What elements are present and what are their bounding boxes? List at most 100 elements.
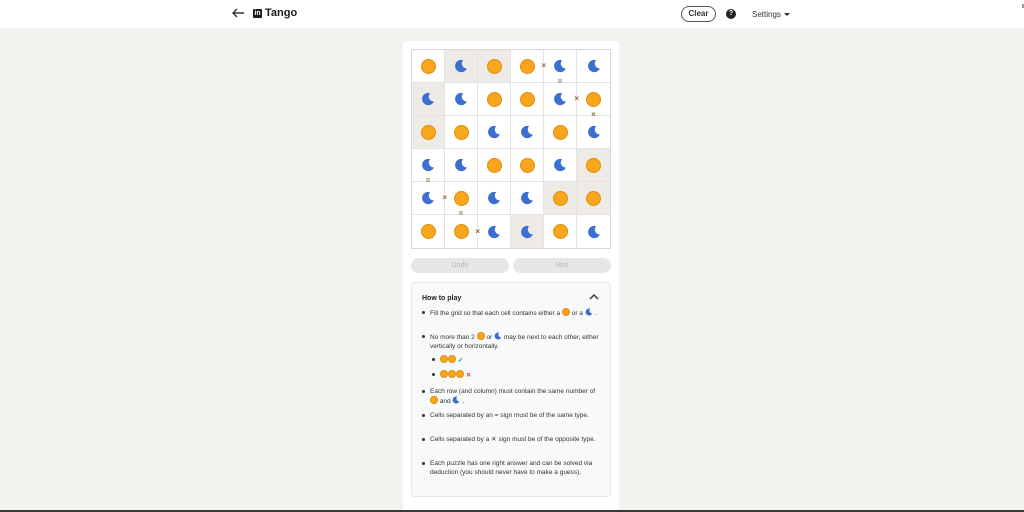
sun-icon — [453, 124, 469, 140]
grid-cell[interactable] — [577, 215, 610, 248]
grid-cell[interactable] — [511, 83, 544, 116]
cross-sign-icon: ✕ — [491, 436, 497, 443]
check-icon: ✓ — [457, 357, 464, 364]
grid-cell[interactable] — [544, 116, 577, 149]
moon-icon — [422, 158, 434, 172]
settings-label: Settings — [752, 10, 781, 19]
rule-text: sign must be of the opposite type. — [498, 436, 596, 443]
grid-cell[interactable] — [445, 50, 478, 83]
moon-icon — [521, 225, 533, 238]
sun-icon — [586, 190, 601, 206]
sun-icon — [552, 190, 568, 206]
sun-icon — [586, 157, 601, 173]
rule-text: or — [486, 334, 493, 341]
constraint-mark: × — [574, 94, 579, 103]
rule-text: a — [579, 310, 583, 317]
grid-cell[interactable] — [544, 182, 577, 215]
grid-cell[interactable] — [511, 116, 544, 149]
how-to-play-panel: How to play Fill the grid so that each c… — [411, 282, 611, 497]
sun-icon — [420, 224, 436, 239]
grid-cell[interactable] — [478, 215, 511, 248]
grid-cell[interactable]: × — [544, 83, 579, 116]
sun-icon — [456, 370, 464, 378]
grid-cell[interactable] — [577, 50, 610, 83]
grid-cell[interactable] — [412, 215, 445, 248]
grid-cell[interactable]: × — [445, 215, 480, 248]
grid-cell[interactable] — [412, 83, 445, 116]
grid-cell[interactable]: = — [412, 149, 445, 185]
chevron-up-icon[interactable] — [588, 292, 600, 302]
linkedin-logo-icon: in — [253, 8, 262, 18]
rule-fill-grid: Fill the grid so that each cell contains… — [422, 308, 602, 318]
help-icon[interactable]: ? — [726, 9, 736, 19]
grid-cell[interactable]: = — [544, 50, 577, 86]
hint-button[interactable]: Hint — [513, 258, 611, 273]
grid-cell[interactable]: = — [445, 182, 478, 218]
rule-text: or — [571, 310, 578, 317]
grid-cell[interactable] — [412, 116, 445, 149]
sun-icon — [448, 370, 456, 378]
grid-cell[interactable] — [478, 116, 511, 149]
moon-icon — [587, 59, 600, 73]
moon-icon — [521, 191, 533, 205]
sun-icon — [420, 124, 436, 140]
rule-equal-count: Each row (and column) must contain the s… — [422, 387, 602, 406]
grid-cell[interactable] — [544, 215, 577, 248]
moon-icon — [488, 191, 500, 205]
rule-one-answer: Each puzzle has one right answer and can… — [422, 459, 602, 477]
grid-cell[interactable] — [511, 149, 544, 182]
rule-text: and — [439, 398, 451, 405]
rule-text: Fill the grid so that each cell contains… — [430, 310, 561, 317]
grid-cell[interactable] — [511, 182, 544, 215]
constraint-mark: = — [458, 209, 464, 218]
grid-cell[interactable]: × — [577, 83, 610, 119]
grid-cell[interactable] — [577, 182, 610, 215]
moon-icon — [455, 92, 467, 106]
caret-down-icon — [783, 13, 790, 16]
sun-icon — [586, 91, 601, 107]
sun-icon — [486, 58, 502, 74]
grid-cell[interactable] — [445, 83, 478, 116]
grid-cell[interactable] — [478, 149, 511, 182]
grid-cell[interactable] — [478, 182, 511, 215]
sun-icon — [561, 308, 570, 316]
moon-icon — [554, 59, 566, 73]
tango-grid: × = × × = × = × — [411, 49, 611, 249]
sun-icon — [440, 355, 448, 363]
grid-cell[interactable] — [412, 50, 445, 83]
constraint-mark: × — [541, 61, 546, 70]
sun-icon — [519, 157, 535, 173]
moon-icon — [585, 308, 593, 316]
constraint-mark: × — [475, 226, 480, 236]
grid-cell[interactable] — [478, 83, 511, 116]
rule-text: Each row (and column) must contain the s… — [430, 388, 596, 395]
grid-cell[interactable] — [577, 116, 610, 149]
sun-icon — [476, 332, 485, 340]
grid-cell[interactable]: × — [511, 50, 546, 83]
sun-icon — [519, 58, 535, 74]
sun-icon — [453, 190, 469, 206]
grid-cell[interactable] — [445, 116, 478, 149]
grid-cell[interactable] — [445, 149, 478, 182]
grid-cell[interactable] — [544, 149, 577, 182]
rule-equal-sign: Cells separated by an = sign must be of … — [422, 411, 602, 420]
grid-cell[interactable]: × — [412, 182, 447, 215]
grid-cell[interactable] — [478, 50, 511, 83]
how-to-play-title: How to play — [422, 295, 462, 302]
top-bar: in Tango Clear ? Settings — [0, 0, 1024, 28]
constraint-mark: × — [442, 193, 447, 202]
constraint-mark: × — [591, 110, 596, 119]
back-arrow-icon[interactable] — [231, 6, 245, 20]
grid-cell[interactable] — [577, 149, 610, 182]
moon-icon — [488, 125, 500, 139]
clear-button[interactable]: Clear — [681, 6, 716, 22]
rule-no-more-than-two: No more than 2 or may be next to each ot… — [422, 332, 602, 351]
rule-text: No more than 2 — [430, 334, 475, 341]
grid-cell[interactable] — [511, 215, 544, 248]
app-title: Tango — [265, 7, 298, 19]
settings-menu[interactable]: Settings — [752, 10, 790, 19]
moon-icon — [453, 396, 460, 404]
undo-button[interactable]: Undo — [411, 258, 509, 273]
example-valid: ✓ — [432, 355, 612, 365]
sun-icon — [430, 396, 438, 404]
